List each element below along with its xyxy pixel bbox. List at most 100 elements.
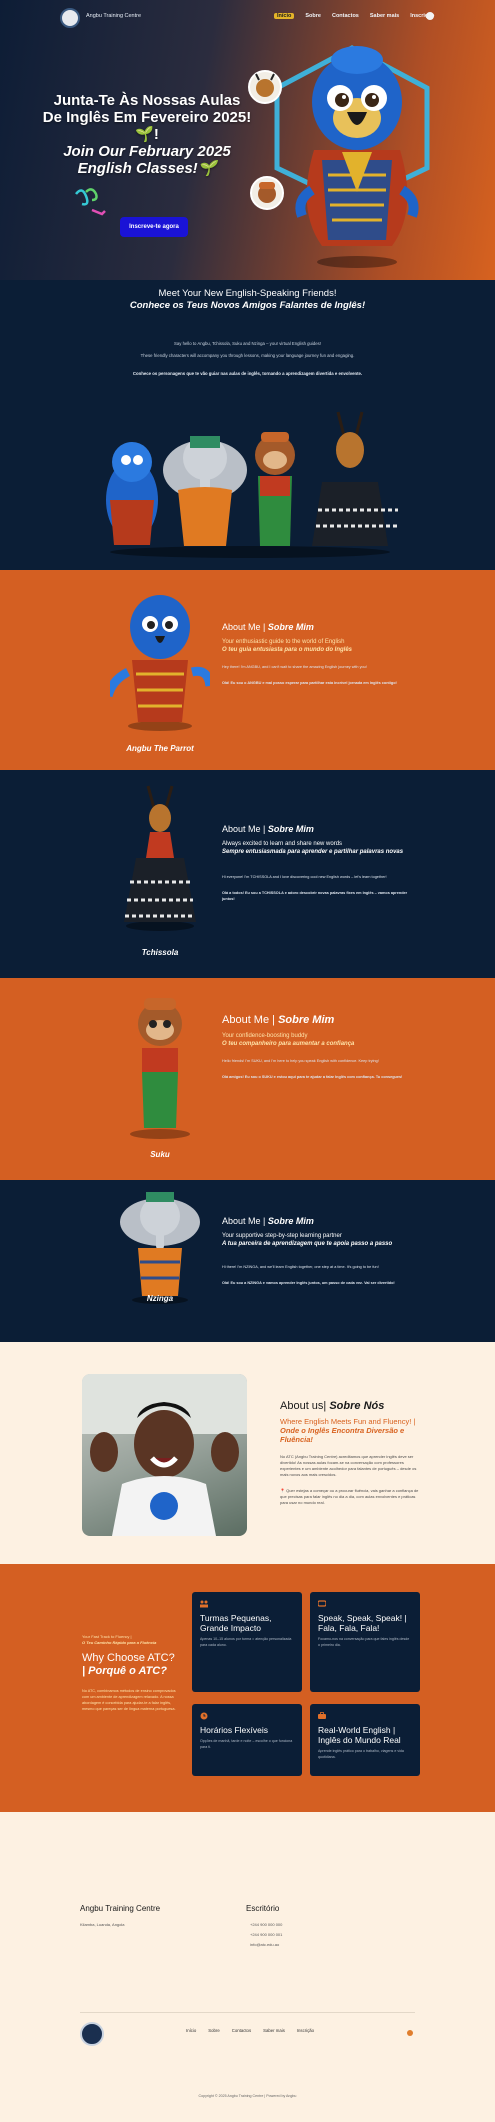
- feature-card-small-classes: Turmas Pequenas, Grande Impacto Apenas 1…: [192, 1592, 302, 1692]
- tagline-pt: O teu companheiro para aumentar a confia…: [222, 1041, 355, 1047]
- character-intro-pt: Olá a todos! Eu sou a TCHISSOLA e adoro …: [222, 891, 408, 901]
- footer-link-saber-mais[interactable]: Saber mais: [263, 2028, 285, 2033]
- feature-card-flexible-schedule: Horários Flexíveis Opções de manhã, tard…: [192, 1704, 302, 1776]
- about-me-en: About Me |: [222, 824, 268, 834]
- footer-link-inicio[interactable]: Início: [186, 2028, 196, 2033]
- footer-office-title: Escritório: [246, 1904, 280, 1913]
- card-title: Real-World English | Inglês do Mundo Rea…: [318, 1725, 401, 1745]
- footer-brand-title: Angbu Training Centre: [80, 1904, 161, 1913]
- character-intro-pt: Olá! Eu sou a NZINGA e vamos aprender In…: [222, 1281, 395, 1285]
- character-tagline: Always excited to learn and share new wo…: [222, 840, 422, 856]
- character-name: Suku: [150, 1150, 170, 1159]
- angbu-parrot-illustration: [110, 595, 210, 731]
- about-us-title-pt: Sobre Nós: [329, 1400, 385, 1412]
- why-text: No ATC, combinamos métodos de ensino com…: [82, 1689, 176, 1711]
- character-tchissola-section: Tchissola About Me | Sobre Mim Always ex…: [0, 770, 495, 978]
- nav-item-contactos[interactable]: Contactos: [332, 13, 359, 19]
- character-name: Tchissola: [141, 948, 179, 957]
- character-name: Nzinga: [146, 1294, 174, 1303]
- nav-menu: Início Sobre Contactos Saber mais Inscri…: [274, 13, 434, 19]
- meet-text-3: Conhece os personagens que te vão guiar …: [132, 371, 363, 376]
- tagline-en: Your supportive step-by-step learning pa…: [222, 1233, 342, 1239]
- tchissola-avatar: [248, 70, 282, 104]
- hero-section: Angbu Training Centre Início Sobre Conta…: [0, 0, 495, 280]
- about-us-text-2: 📍 Quer estejas a começar ou a procurar f…: [280, 1488, 419, 1505]
- meet-text-1: Say hello to Angbu, Tchissola, Suku and …: [173, 341, 322, 346]
- about-us-tagline-pt: Onde o Inglês Encontra Diversão e Fluênc…: [280, 1426, 405, 1444]
- brand-name[interactable]: Angbu Training Centre: [86, 13, 141, 19]
- about-me-heading: About Me | Sobre Mim: [222, 824, 314, 834]
- characters-group-illustration: [106, 411, 400, 558]
- meet-title-en: Meet Your New English-Speaking Friends!: [158, 288, 337, 299]
- card-desc: Apenas 10–15 alunos por turma = atenção …: [200, 1637, 292, 1647]
- about-me-pt: Sobre Mim: [278, 1014, 335, 1026]
- card-desc: Aprende inglês prático para o trabalho, …: [318, 1749, 404, 1759]
- about-me-heading: About Me | Sobre Mim: [222, 622, 314, 632]
- meet-title-pt: Conhece os Teus Novos Amigos Falantes de…: [129, 300, 366, 311]
- character-nzinga-section: Nzinga About Me | Sobre Mim Your support…: [0, 1180, 495, 1342]
- character-tagline: Your supportive step-by-step learning pa…: [222, 1232, 422, 1248]
- footer-atc-logo[interactable]: [80, 2022, 104, 2046]
- about-us-tagline-en: Where English Meets Fun and Fluency! |: [280, 1417, 416, 1426]
- facebook-icon[interactable]: [426, 12, 434, 20]
- footer: Angbu Training Centre Kilamba, Luanda, A…: [0, 1812, 495, 2122]
- card-title: Horários Flexíveis: [200, 1725, 269, 1735]
- about-me-en: About Me |: [222, 622, 268, 632]
- hero-title-en: Join Our February 2025 English Classes!🌱: [63, 143, 231, 177]
- about-me-heading: About Me | Sobre Mim: [222, 1216, 314, 1226]
- tchissola-gazelle-illustration: [124, 785, 196, 931]
- suku-avatar: [250, 176, 284, 210]
- top-nav: Angbu Training Centre Início Sobre Conta…: [0, 8, 495, 28]
- character-tagline: Your confidence-boosting buddy O teu com…: [222, 1032, 422, 1048]
- tagline-en: Always excited to learn and share new wo…: [222, 841, 343, 847]
- nzinga-elephant-illustration: [120, 1192, 200, 1304]
- tagline-pt: Sempre entusiasmada para aprender e part…: [222, 849, 404, 855]
- why-title-en: Why Choose ATC?: [82, 1652, 175, 1664]
- meet-friends-section: Meet Your New English-Speaking Friends! …: [0, 280, 495, 570]
- atc-logo[interactable]: [60, 8, 80, 28]
- why-kicker-pt: O Teu Caminho Rápido para a Fluência: [82, 1639, 157, 1645]
- nav-item-saber-mais[interactable]: Saber mais: [370, 13, 399, 19]
- footer-menu: Início Sobre Contactos Saber mais Inscri…: [186, 2028, 314, 2033]
- card-title: Turmas Pequenas, Grande Impacto: [200, 1613, 272, 1633]
- character-intro-pt: Olá amigos! Eu sou o SUKU e estou aqui p…: [222, 1075, 403, 1079]
- doodle-icon: [75, 188, 106, 216]
- footer-phone-2[interactable]: +244 900 000 001: [250, 1932, 282, 1937]
- about-us-section: About us| Sobre Nós Where English Meets …: [0, 1342, 495, 1564]
- group-icon: [200, 1600, 208, 1608]
- hero-title-pt: Junta-Te Às Nossas Aulas De Inglês Em Fe…: [42, 92, 252, 143]
- angbu-parrot-illustration: [295, 46, 419, 268]
- character-name: Angbu The Parrot: [126, 744, 194, 753]
- suku-monkey-illustration: [130, 998, 190, 1139]
- footer-email[interactable]: info@atc.edu.ao: [250, 1942, 279, 1947]
- about-me-pt: Sobre Mim: [267, 622, 314, 632]
- about-me-pt: Sobre Mim: [267, 1216, 314, 1226]
- footer-link-contactos[interactable]: Contactos: [232, 2028, 251, 2033]
- feature-card-speak: Speak, Speak, Speak! | Fala, Fala, Fala!…: [310, 1592, 420, 1692]
- footer-divider: [80, 2012, 415, 2013]
- footer-facebook-icon[interactable]: [407, 2030, 413, 2036]
- footer-link-inscricao[interactable]: Inscrição: [297, 2028, 314, 2033]
- about-me-heading: About Me | Sobre Mim: [222, 1014, 334, 1026]
- briefcase-icon: [318, 1712, 326, 1719]
- character-intro-en: Hey there! I'm ANGBU, and I can't wait t…: [222, 665, 367, 669]
- character-angbu-section: Angbu The Parrot About Me | Sobre Mim Yo…: [0, 570, 495, 770]
- tagline-pt: A tua parceira de aprendizagem que te ap…: [222, 1241, 393, 1247]
- feature-card-real-world: Real-World English | Inglês do Mundo Rea…: [310, 1704, 420, 1776]
- nav-item-sobre[interactable]: Sobre: [305, 13, 321, 19]
- character-tagline: Your enthusiastic guide to the world of …: [222, 638, 422, 654]
- why-title-pt: | Porquê o ATC?: [82, 1665, 167, 1677]
- enroll-now-button[interactable]: Inscreve-te agora: [120, 217, 188, 237]
- footer-phone-1[interactable]: +244 900 000 000: [250, 1922, 282, 1927]
- clock-icon: [200, 1712, 208, 1720]
- about-us-heading: About us| Sobre Nós: [280, 1400, 384, 1412]
- footer-link-sobre[interactable]: Sobre: [208, 2028, 219, 2033]
- footer-address: Kilamba, Luanda, Angola: [80, 1922, 125, 1927]
- character-intro-en: Hi everyone! I'm TCHISSOLA and I love di…: [222, 875, 387, 879]
- tagline-pt: O teu guia entusiasta para o mundo do In…: [222, 647, 353, 653]
- nav-item-inicio[interactable]: Início: [274, 13, 295, 19]
- about-me-en: About Me |: [222, 1014, 279, 1026]
- student-photo: [82, 1374, 247, 1536]
- about-us-title-en: About us|: [280, 1400, 330, 1412]
- character-intro-en: Hi there! I'm NZINGA, and we'll learn En…: [222, 1265, 379, 1269]
